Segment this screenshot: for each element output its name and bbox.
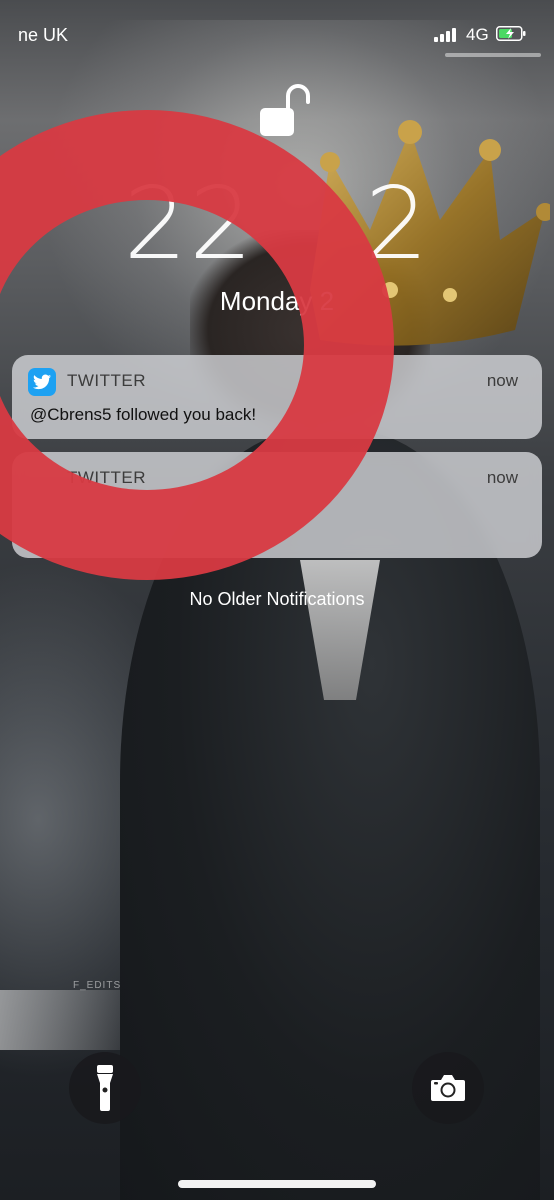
control-center-grabber[interactable] [445,53,541,57]
lock-clock: 22 2 [0,165,554,282]
notification-card[interactable]: TWITTER now @Cbrens5 followed you back! [12,355,542,439]
status-bar: ne UK 4G [0,0,554,70]
notification-header: TWITTER now [12,355,542,405]
lock-date: Monday 2 [219,286,335,316]
twitter-bird-icon [28,368,56,396]
notification-body: @Cbrens5 followed you back! [30,405,257,424]
home-indicator[interactable] [178,1180,376,1188]
notification-app-name: TWITTER [67,468,147,487]
notification-time: now [486,468,518,487]
network-type: 4G [466,25,489,44]
flashlight-icon [97,1065,113,1111]
clock-minutes: 2 [364,165,431,282]
no-older-notifications-label: No Older Notifications [189,589,365,609]
camera-icon [431,1075,465,1101]
notification-header: TWITTER now [12,452,542,502]
notification-app-name: TWITTER [67,371,147,390]
notification-time: now [486,371,518,390]
camera-button[interactable] [412,1052,484,1124]
lock-screen: F_EDITS ne UK 4G 22 2 Monday 2 TWITTER n… [0,0,554,1200]
battery-charging-icon [496,26,526,41]
unlocked-padlock-icon [260,84,310,136]
clock-hours: 22 [123,165,255,282]
wallpaper-watermark: F_EDITS [73,980,122,991]
carrier-name: ne UK [18,25,69,45]
signal-strength-icon [434,28,456,42]
wallpaper-band [0,990,140,1050]
notification-card[interactable]: TWITTER now [12,452,542,558]
flashlight-button[interactable] [69,1052,141,1124]
